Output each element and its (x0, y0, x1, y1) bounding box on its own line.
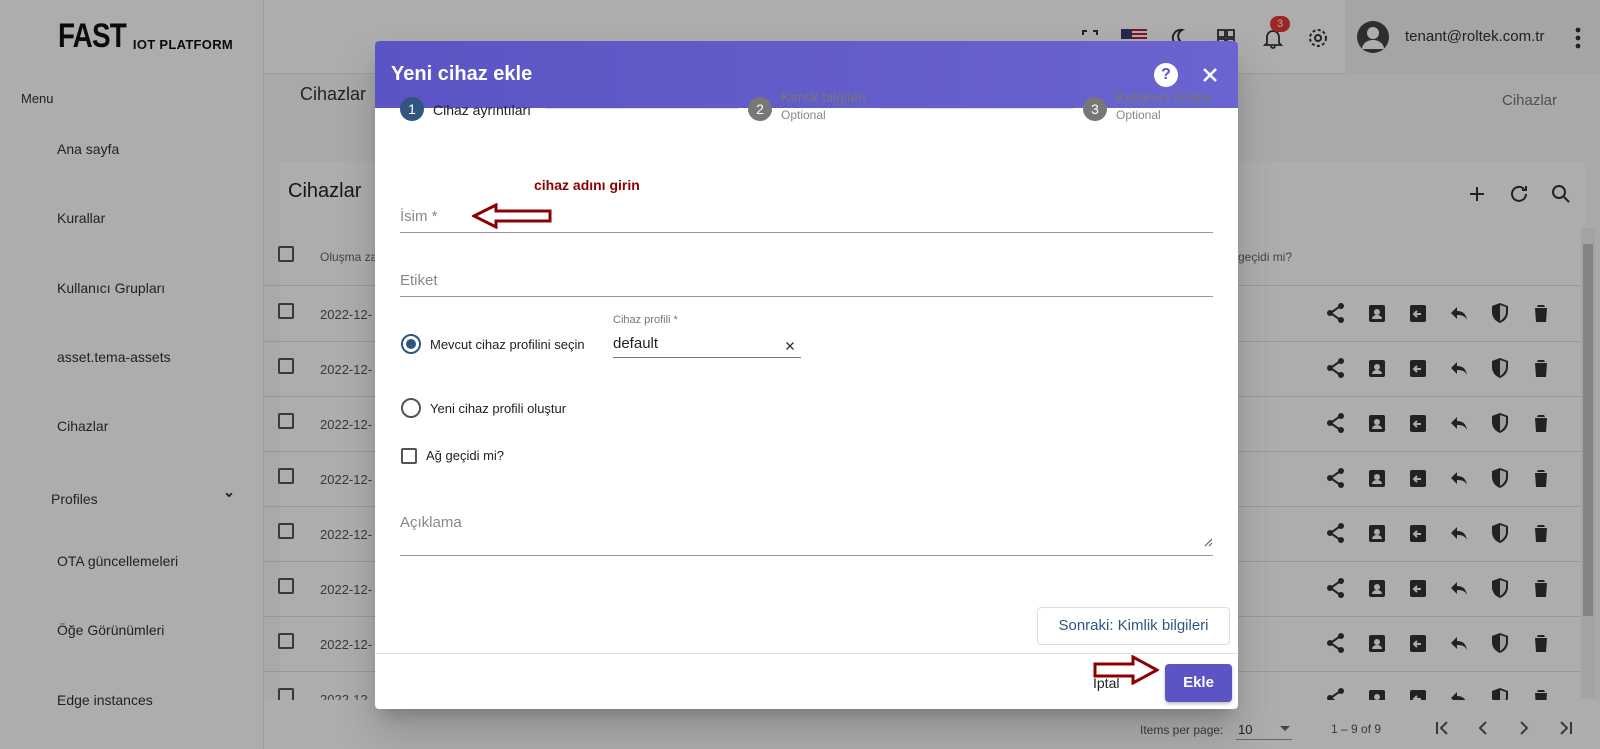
label-field-label[interactable]: Etiket (400, 272, 438, 289)
step-2-label: Kimlik bilgileri (781, 89, 866, 105)
step-2-number: 2 (748, 97, 772, 121)
step-2[interactable]: 2 Kimlik bilgileri Optional (748, 89, 866, 122)
clear-icon[interactable] (783, 339, 797, 353)
description-field-label[interactable]: Açıklama (400, 514, 462, 531)
name-input[interactable] (400, 232, 1213, 233)
step-2-optional: Optional (781, 108, 826, 122)
device-profile-select[interactable]: default (613, 335, 658, 352)
step-3-optional: Optional (1116, 108, 1161, 122)
existing-profile-radio[interactable] (401, 334, 421, 354)
step-1-number: 1 (400, 97, 424, 121)
next-credentials-button[interactable]: Sonraki: Kimlik bilgileri (1037, 607, 1230, 645)
step-1-label: Cihaz ayrıntıları (433, 102, 532, 118)
step-3[interactable]: 3 Kullanıcı Grubu Optional (1083, 89, 1213, 122)
add-button[interactable]: Ekle (1165, 664, 1232, 702)
help-icon[interactable]: ? (1154, 63, 1178, 87)
existing-profile-label: Mevcut cihaz profilini seçin (430, 337, 585, 352)
step-connector (880, 108, 1073, 109)
profile-caption: Cihaz profili * (613, 314, 678, 326)
dialog-title: Yeni cihaz ekle (391, 63, 533, 85)
new-profile-radio[interactable] (401, 398, 421, 418)
name-field-label[interactable]: İsim * (400, 208, 438, 225)
description-textarea[interactable] (400, 555, 1213, 556)
resize-handle-icon[interactable] (1204, 538, 1213, 547)
step-3-label: Kullanıcı Grubu (1116, 89, 1213, 105)
step-3-number: 3 (1083, 97, 1107, 121)
annotation-hint: cihaz adını girin (534, 177, 640, 193)
label-input[interactable] (400, 296, 1213, 297)
dialog-divider (375, 653, 1238, 654)
gateway-label: Ağ geçidi mi? (426, 448, 505, 463)
device-profile-underline (613, 357, 801, 358)
new-profile-label: Yeni cihaz profili oluştur (430, 401, 567, 416)
step-connector (545, 108, 738, 109)
step-1[interactable]: 1 Cihaz ayrıntıları (400, 97, 531, 121)
gateway-checkbox[interactable] (401, 448, 417, 464)
annotation-arrow-left-icon (472, 203, 552, 229)
close-icon[interactable] (1198, 63, 1222, 87)
annotation-arrow-right-icon (1093, 655, 1159, 685)
